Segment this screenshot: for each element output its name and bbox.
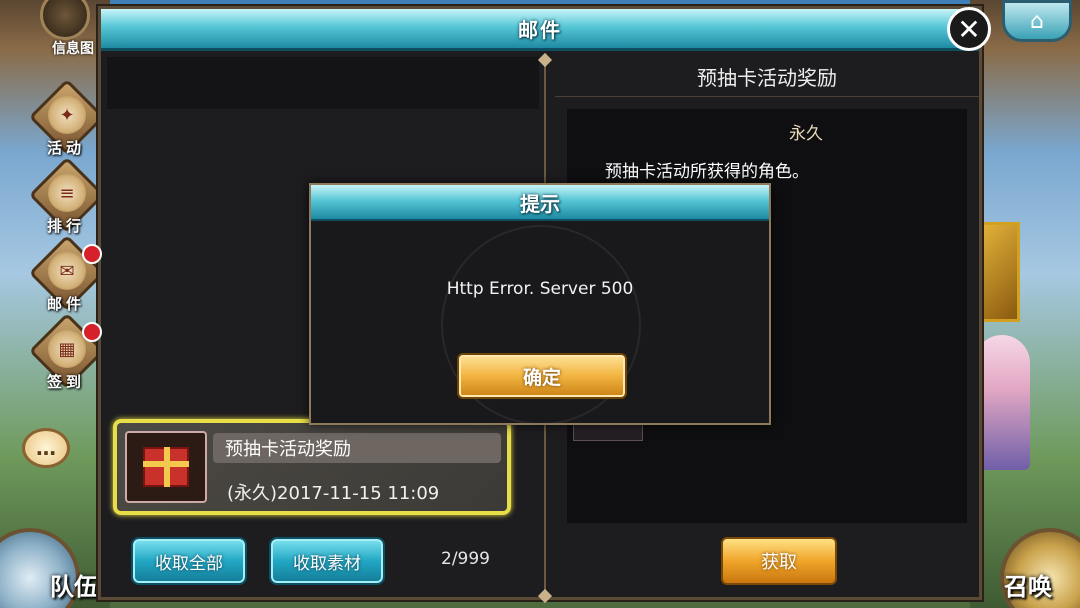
chat-button[interactable]: … [22, 428, 70, 468]
home-icon: ⌂ [1030, 8, 1044, 34]
divider-gem-icon [537, 52, 553, 68]
dialog-titlebar: 提示 [311, 185, 769, 221]
mail-list-item[interactable]: 预抽卡活动奖励 (永久)2017-11-15 11:09 [113, 419, 511, 515]
collect-materials-button[interactable]: 收取素材 [269, 537, 385, 585]
mail-titlebar: 邮件 [101, 9, 979, 51]
gift-box-icon [143, 447, 189, 487]
info-ornament-icon [40, 0, 90, 40]
summon-label: 召唤 [1004, 573, 1052, 601]
close-button[interactable]: ✕ [947, 7, 991, 51]
detail-duration: 永久 [789, 124, 823, 144]
notification-badge [82, 244, 102, 264]
side-item-ranking[interactable]: ≡ 排行 [28, 156, 106, 236]
divider-gem-icon [537, 588, 553, 604]
lantern-icon: ✦ [48, 96, 86, 134]
ranking-scroll-icon: ≡ [48, 174, 86, 212]
close-icon: ✕ [957, 12, 981, 46]
character-portrait [974, 335, 1030, 470]
mail-window-title: 邮件 [518, 18, 562, 42]
team-label: 队伍 [50, 573, 98, 601]
calendar-icon: ▦ [48, 330, 86, 368]
mail-item-title: 预抽卡活动奖励 [225, 439, 351, 460]
error-dialog: 提示 Http Error. Server 500 确定 [309, 183, 771, 425]
envelope-icon: ✉ [48, 252, 86, 290]
dialog-message: Http Error. Server 500 [446, 279, 634, 299]
home-button[interactable]: ⌂ [1002, 0, 1072, 42]
mail-thumbnail [125, 431, 207, 503]
info-button-label: 信息图 [52, 41, 94, 57]
claim-button[interactable]: 获取 [721, 537, 837, 585]
mail-item-date: (永久)2017-11-15 11:09 [227, 483, 440, 504]
notification-badge [82, 322, 102, 342]
side-item-signin[interactable]: ▦ 签到 [28, 312, 106, 392]
side-item-label: 排行 [46, 217, 85, 235]
side-item-label: 邮件 [46, 295, 85, 313]
side-item-label: 签到 [46, 373, 85, 391]
mail-list-header [107, 57, 539, 109]
detail-description: 预抽卡活动所获得的角色。 [605, 162, 809, 182]
collect-all-button[interactable]: 收取全部 [131, 537, 247, 585]
dialog-title: 提示 [520, 191, 560, 216]
detail-title: 预抽卡活动奖励 [555, 57, 979, 97]
chat-bubble-icon: … [36, 436, 56, 460]
side-item-label: 活动 [46, 139, 85, 157]
side-item-activity[interactable]: ✦ 活动 [28, 78, 106, 158]
mail-item-title-bar: 预抽卡活动奖励 [213, 433, 501, 463]
side-item-mail[interactable]: ✉ 邮件 [28, 234, 106, 314]
mail-counter: 2/999 [441, 549, 490, 569]
dialog-ok-button[interactable]: 确定 [457, 353, 627, 399]
